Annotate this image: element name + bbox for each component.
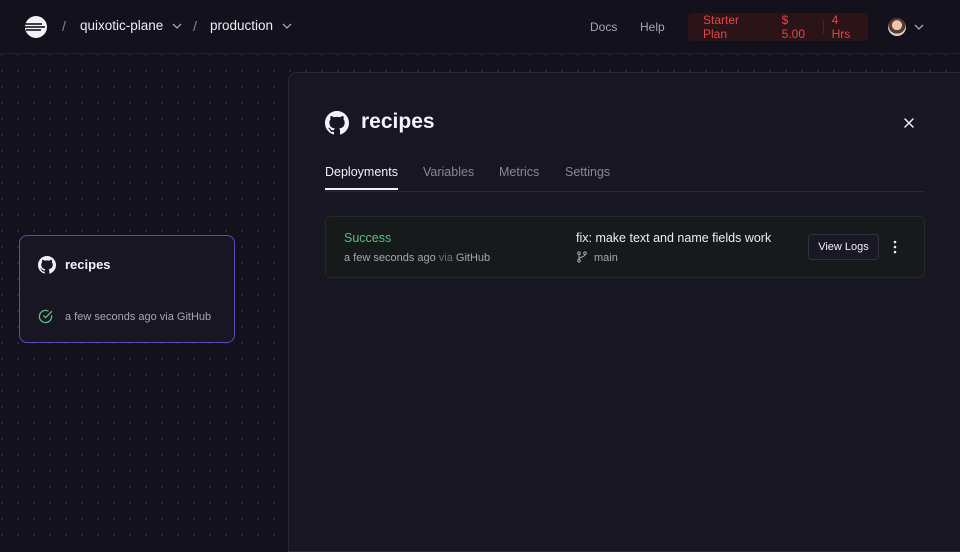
docs-link[interactable]: Docs <box>590 20 617 34</box>
github-icon <box>38 256 56 274</box>
deployment-meta: a few seconds ago via GitHub <box>344 252 490 264</box>
chevron-down-icon[interactable] <box>913 21 925 33</box>
tab-settings[interactable]: Settings <box>565 165 610 188</box>
git-branch-icon <box>577 251 587 263</box>
deployment-via: via <box>438 252 453 264</box>
branch-name: main <box>594 252 618 264</box>
deployment-time: a few seconds ago <box>344 252 436 264</box>
service-name: recipes <box>65 257 111 272</box>
panel-tabs: Deployments Variables Metrics Settings <box>325 163 925 192</box>
chevron-down-icon <box>172 23 182 29</box>
deployment-source: GitHub <box>455 252 491 264</box>
service-panel: recipes Deployments Variables Metrics Se… <box>288 72 960 552</box>
user-avatar[interactable] <box>888 18 906 36</box>
plan-cost: $ 5.00 <box>781 13 806 41</box>
chevron-down-icon <box>282 23 292 29</box>
service-card[interactable]: recipes a few seconds ago via GitHub <box>19 235 235 343</box>
breadcrumb-separator: / <box>193 18 197 34</box>
environment-name: production <box>210 18 274 33</box>
deployment-row[interactable]: Success a few seconds ago via GitHub fix… <box>325 216 925 278</box>
project-selector[interactable]: quixotic-plane <box>80 18 183 33</box>
close-icon[interactable] <box>903 117 915 129</box>
deployment-status: Success <box>344 231 392 245</box>
panel-title: recipes <box>361 110 435 133</box>
help-link[interactable]: Help <box>640 20 665 34</box>
top-bar: / quixotic-plane / production Docs Help … <box>0 0 960 54</box>
check-circle-icon <box>38 309 53 324</box>
environment-selector[interactable]: production <box>210 18 293 33</box>
app-logo-icon[interactable] <box>24 15 48 39</box>
plan-badge[interactable]: Starter Plan $ 5.00 4 Hrs <box>688 13 868 41</box>
service-status: a few seconds ago via GitHub <box>65 311 212 323</box>
tab-variables[interactable]: Variables <box>423 165 474 188</box>
breadcrumb-separator: / <box>62 18 66 34</box>
plan-name: Starter Plan <box>703 13 740 41</box>
commit-message: fix: make text and name fields work <box>576 231 772 245</box>
github-icon <box>325 111 349 135</box>
more-vertical-icon[interactable] <box>892 239 898 255</box>
plan-hours: 4 Hrs <box>831 13 851 41</box>
tab-metrics[interactable]: Metrics <box>499 165 539 188</box>
tab-deployments[interactable]: Deployments <box>325 165 398 190</box>
project-name: quixotic-plane <box>80 18 164 33</box>
view-logs-button[interactable]: View Logs <box>808 234 879 260</box>
